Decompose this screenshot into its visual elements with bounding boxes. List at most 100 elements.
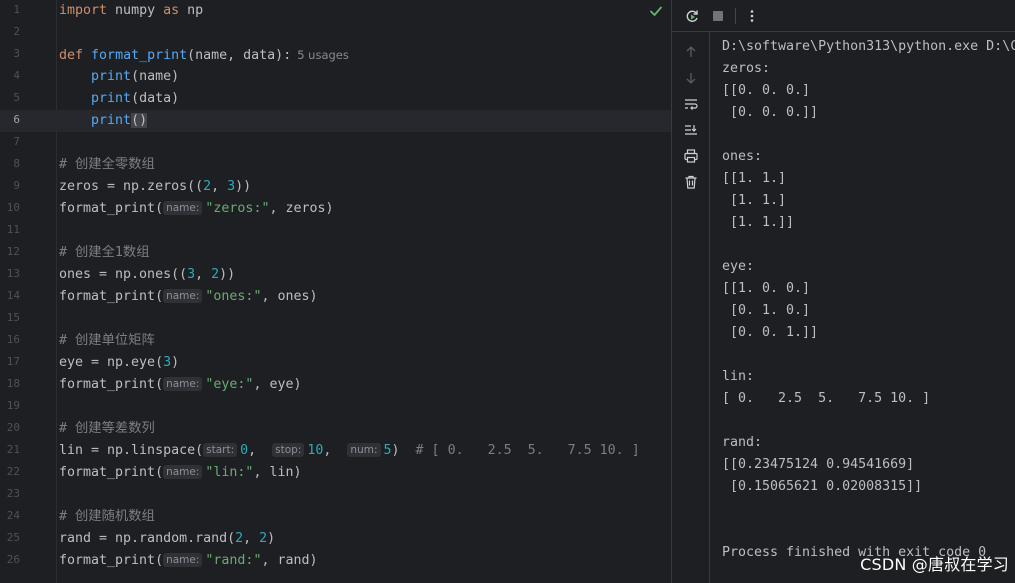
code-line[interactable]: 3 def format_print(name, data): 5 usages bbox=[0, 44, 671, 66]
line-number: 23 bbox=[6, 487, 20, 500]
code-line[interactable]: 14 format_print(name: "ones:", ones) bbox=[0, 286, 671, 308]
code-text: ones = np.ones((3, 2)) bbox=[59, 266, 235, 284]
code-line[interactable]: 5 print(data) bbox=[0, 88, 671, 110]
console-line: [ 0. 2.5 5. 7.5 10. ] bbox=[722, 391, 931, 406]
code-token: # 创建随机数组 bbox=[59, 509, 155, 524]
code-text: rand = np.random.rand(2, 2) bbox=[59, 530, 275, 548]
code-line[interactable]: 4 print(name) bbox=[0, 66, 671, 88]
line-number: 11 bbox=[6, 223, 20, 236]
code-token: (name) bbox=[131, 69, 180, 84]
code-token: def bbox=[59, 48, 84, 63]
code-line[interactable]: 13 ones = np.ones((3, 2)) bbox=[0, 264, 671, 286]
soft-wrap-icon[interactable] bbox=[682, 95, 700, 113]
code-line[interactable]: 12 # 创建全1数组 bbox=[0, 242, 671, 264]
code-line[interactable]: 18 format_print(name: "eye:", eye) bbox=[0, 374, 671, 396]
code-line[interactable]: 6 print() bbox=[0, 110, 671, 132]
code-token: (data) bbox=[131, 91, 180, 106]
code-line[interactable]: 15 bbox=[0, 308, 671, 330]
console-line: [[1. 1.] bbox=[722, 171, 787, 186]
code-token: , zeros) bbox=[269, 201, 334, 216]
line-number: 18 bbox=[6, 377, 20, 390]
code-line[interactable]: 17 eye = np.eye(3) bbox=[0, 352, 671, 374]
parameter-hint: name: bbox=[163, 553, 203, 567]
code-token: () bbox=[131, 113, 148, 128]
code-line[interactable]: 23 bbox=[0, 484, 671, 506]
code-line[interactable]: 9 zeros = np.zeros((2, 3)) bbox=[0, 176, 671, 198]
code-token: 2 bbox=[259, 531, 268, 546]
code-token: 5 bbox=[383, 443, 392, 458]
code-token: , lin) bbox=[253, 465, 302, 480]
code-token: print bbox=[91, 113, 132, 128]
code-token: format_print( bbox=[59, 289, 164, 304]
code-token: print bbox=[91, 91, 132, 106]
code-editor[interactable]: 1 import numpy as np 2 3 def format_print(na… bbox=[0, 0, 671, 583]
trash-icon[interactable] bbox=[682, 173, 700, 191]
code-token: , bbox=[243, 531, 260, 546]
code-token: ) bbox=[171, 355, 180, 370]
code-token: ones = np.ones(( bbox=[59, 267, 188, 282]
arrow-up-icon[interactable] bbox=[682, 43, 700, 61]
rerun-icon[interactable] bbox=[682, 6, 702, 26]
code-token: numpy bbox=[107, 3, 164, 18]
code-line[interactable]: 25 rand = np.random.rand(2, 2) bbox=[0, 528, 671, 550]
line-number: 1 bbox=[13, 3, 20, 16]
arrow-down-icon[interactable] bbox=[682, 69, 700, 87]
code-token: 2 bbox=[235, 531, 244, 546]
console-line: [0.15065621 0.02008315]] bbox=[722, 479, 923, 494]
code-line[interactable]: 21 lin = np.linspace(start: 0, stop: 10, nu… bbox=[0, 440, 671, 462]
code-line[interactable]: 19 bbox=[0, 396, 671, 418]
code-token: "eye:" bbox=[205, 377, 254, 392]
code-token: import bbox=[59, 3, 108, 18]
parameter-hint: num: bbox=[347, 443, 381, 457]
print-icon[interactable] bbox=[682, 147, 700, 165]
line-number: 21 bbox=[6, 443, 20, 456]
code-text: import numpy as np bbox=[59, 2, 203, 20]
line-number: 15 bbox=[6, 311, 20, 324]
code-line[interactable]: 22 format_print(name: "lin:", lin) bbox=[0, 462, 671, 484]
more-options-icon[interactable] bbox=[742, 6, 762, 26]
console-output[interactable]: D:\software\Python313\python.exe D:\C zer… bbox=[722, 36, 1015, 583]
code-line[interactable]: 7 bbox=[0, 132, 671, 154]
line-number: 20 bbox=[6, 421, 20, 434]
code-token: "lin:" bbox=[205, 465, 254, 480]
code-line[interactable]: 16 # 创建单位矩阵 bbox=[0, 330, 671, 352]
code-line[interactable]: 10 format_print(name: "zeros:", zeros) bbox=[0, 198, 671, 220]
console-line: [0. 0. 1.]] bbox=[722, 325, 819, 340]
line-number: 19 bbox=[6, 399, 20, 412]
console-line: [[1. 0. 0.] bbox=[722, 281, 811, 296]
console-line: [[0. 0. 0.] bbox=[722, 83, 811, 98]
line-number: 2 bbox=[13, 25, 20, 38]
console-line: zeros: bbox=[722, 61, 771, 76]
console-line: ones: bbox=[722, 149, 763, 164]
line-number: 4 bbox=[13, 69, 20, 82]
code-token: 2 bbox=[211, 267, 220, 282]
code-token: 0 bbox=[240, 443, 249, 458]
line-number: 17 bbox=[6, 355, 20, 368]
console-side-toolbar bbox=[672, 32, 710, 583]
code-token: rand = np.random.rand( bbox=[59, 531, 236, 546]
code-line[interactable]: 24 # 创建随机数组 bbox=[0, 506, 671, 528]
code-token: "rand:" bbox=[205, 553, 262, 568]
code-token: 2 bbox=[203, 179, 212, 194]
code-line[interactable]: 20 # 创建等差数列 bbox=[0, 418, 671, 440]
code-token: "zeros:" bbox=[205, 201, 270, 216]
usages-hint[interactable]: 5 usages bbox=[297, 48, 349, 62]
console-line: lin: bbox=[722, 369, 755, 384]
code-line[interactable]: 2 bbox=[0, 22, 671, 44]
console-line: [1. 1.]] bbox=[722, 215, 795, 230]
stop-icon[interactable] bbox=[708, 6, 728, 26]
code-token: , eye) bbox=[253, 377, 302, 392]
scroll-to-end-icon[interactable] bbox=[682, 121, 700, 139]
code-line[interactable]: 1 import numpy as np bbox=[0, 0, 671, 22]
code-text: # 创建全1数组 bbox=[59, 244, 150, 262]
check-icon[interactable] bbox=[648, 3, 664, 19]
code-text: format_print(name: "ones:", ones) bbox=[59, 288, 318, 306]
parameter-hint: name: bbox=[163, 201, 203, 215]
code-token: format_print( bbox=[59, 201, 164, 216]
code-line[interactable]: 8 # 创建全零数组 bbox=[0, 154, 671, 176]
code-line[interactable]: 26 format_print(name: "rand:", rand) bbox=[0, 550, 671, 572]
code-line[interactable]: 11 bbox=[0, 220, 671, 242]
code-text: print(data) bbox=[59, 90, 179, 108]
